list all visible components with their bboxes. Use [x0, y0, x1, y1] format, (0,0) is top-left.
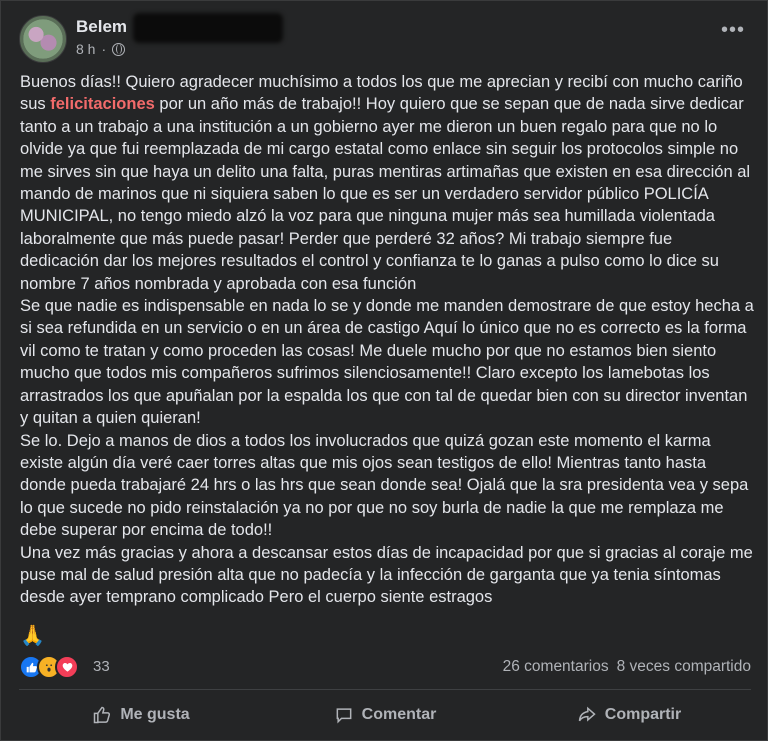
paragraph-1: Buenos días!! Quiero agradecer muchísimo…	[20, 73, 751, 293]
share-icon	[578, 706, 596, 722]
share-label: Compartir	[604, 706, 682, 723]
avatar[interactable]	[19, 15, 67, 63]
divider	[19, 689, 751, 690]
comments-count[interactable]: 26 comentarios	[503, 658, 609, 676]
author-name[interactable]: Belem	[76, 17, 127, 37]
facebook-post: Belem 8 h · ••• Buenos días!! Quiero agr…	[0, 0, 768, 741]
love-reaction-icon	[55, 655, 79, 679]
praying-hands-emoji: 🙏	[20, 625, 45, 647]
like-label: Me gusta	[120, 706, 190, 723]
globe-icon[interactable]	[112, 42, 126, 56]
like-button[interactable]: Me gusta	[19, 696, 263, 734]
engagement-counts: 26 comentarios 8 veces compartido	[503, 658, 751, 676]
thumbs-up-icon	[94, 706, 111, 724]
comment-button[interactable]: Comentar	[263, 696, 507, 734]
paragraph-4: Una vez más gracias y ahora a descansar …	[20, 543, 753, 607]
reactions-summary[interactable]	[19, 655, 79, 679]
post-header: Belem 8 h · •••	[19, 13, 751, 63]
comment-label: Comentar	[361, 706, 437, 723]
share-button[interactable]: Compartir	[507, 696, 751, 734]
post-time[interactable]: 8 h	[76, 41, 95, 57]
action-bar: Me gusta Comentar Compartir	[19, 696, 751, 734]
shares-count[interactable]: 8 veces compartido	[617, 658, 751, 676]
comment-icon	[336, 708, 352, 724]
paragraph-3: Se lo. Dejo a manos de dios a todos los …	[20, 431, 749, 540]
paragraph-2: Se que nadie es indispensable en nada lo…	[20, 297, 754, 428]
post-meta: 8 h ·	[76, 41, 126, 57]
highlight-word[interactable]: felicitaciones	[50, 95, 155, 113]
redacted-name-block	[133, 13, 283, 43]
reaction-count[interactable]: 33	[93, 658, 110, 675]
post-body: Buenos días!! Quiero agradecer muchísimo…	[20, 71, 755, 609]
post-stats: 33 26 comentarios 8 veces compartido	[19, 653, 751, 681]
more-options-icon[interactable]: •••	[721, 20, 745, 40]
